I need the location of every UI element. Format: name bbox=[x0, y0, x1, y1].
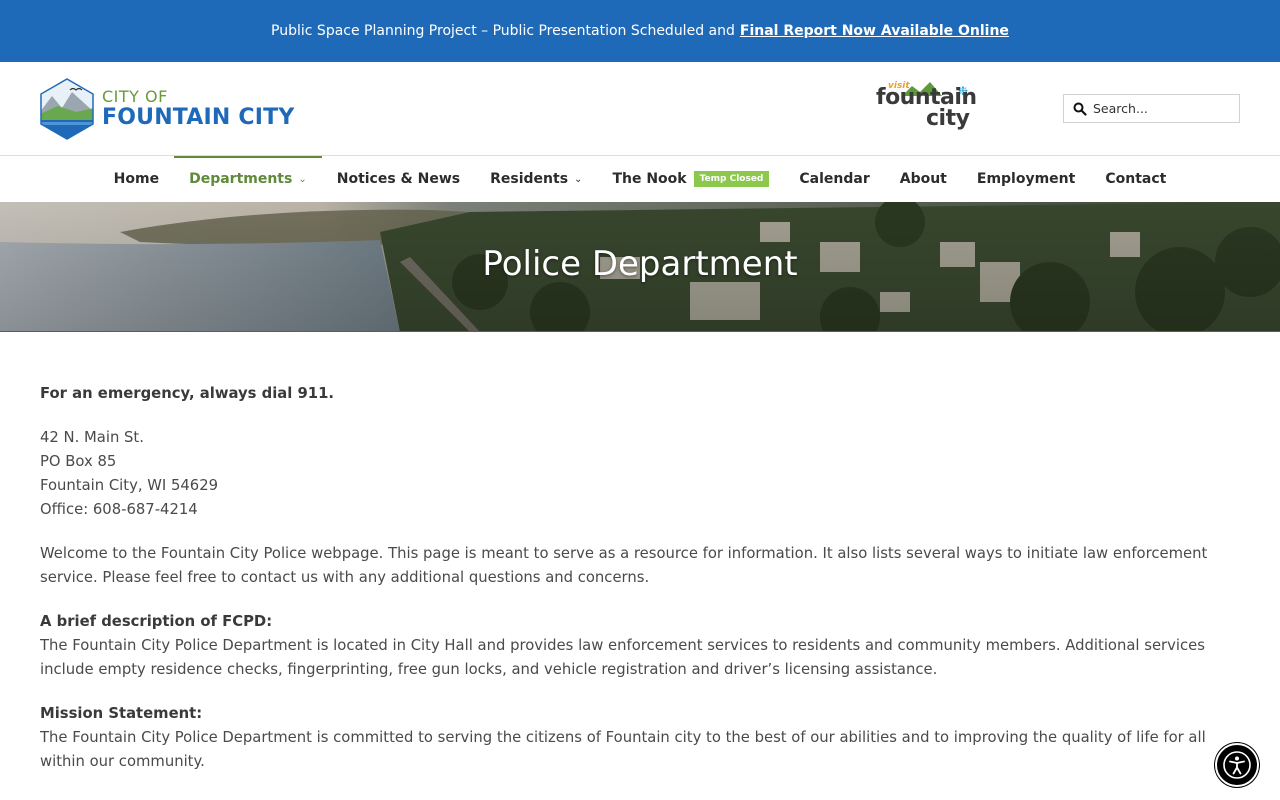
nav-home-label: Home bbox=[113, 171, 160, 187]
nav-home[interactable]: Home bbox=[99, 156, 174, 202]
nav-departments[interactable]: Departments ⌄ bbox=[174, 156, 322, 202]
brief-description-text: The Fountain City Police Department is l… bbox=[40, 637, 1205, 678]
nav-residents-label: Residents bbox=[490, 171, 569, 187]
search-input[interactable] bbox=[1093, 101, 1233, 116]
chevron-down-icon: ⌄ bbox=[298, 173, 307, 185]
site-header: CITY OF FOUNTAIN CITY visit ❉ fountain c… bbox=[0, 62, 1280, 156]
logo-city-of: CITY OF bbox=[102, 87, 168, 106]
address-block: 42 N. Main St. PO Box 85 Fountain City, … bbox=[40, 426, 1240, 522]
page-title: Police Department bbox=[482, 244, 798, 284]
emergency-notice: For an emergency, always dial 911. bbox=[40, 385, 335, 402]
city-logo-hexagon-icon bbox=[40, 78, 94, 140]
nav-about-label: About bbox=[899, 171, 947, 187]
nav-employment[interactable]: Employment bbox=[962, 156, 1090, 202]
search-icon[interactable] bbox=[1073, 102, 1087, 116]
nav-departments-label: Departments bbox=[189, 171, 293, 187]
address-street: 42 N. Main St. bbox=[40, 429, 144, 446]
temp-closed-badge: Temp Closed bbox=[693, 171, 770, 187]
brief-description-heading: A brief description of FCPD: bbox=[40, 613, 273, 630]
welcome-paragraph: Welcome to the Fountain City Police webp… bbox=[40, 545, 1208, 586]
main-nav: Home Departments ⌄ Notices & News Residen… bbox=[0, 156, 1280, 202]
banner-text: Public Space Planning Project – Public P… bbox=[271, 23, 735, 39]
accessibility-icon bbox=[1223, 751, 1251, 779]
visit-city-text: city bbox=[926, 106, 970, 131]
address-city-state-zip: Fountain City, WI 54629 bbox=[40, 477, 219, 494]
logo-fountain-city: FOUNTAIN CITY bbox=[102, 105, 295, 130]
nav-nook-label: The Nook bbox=[612, 171, 687, 187]
mission-statement-heading: Mission Statement: bbox=[40, 705, 203, 722]
chevron-down-icon: ⌄ bbox=[574, 173, 583, 185]
mission-statement-text: The Fountain City Police Department is c… bbox=[40, 729, 1206, 770]
nav-contact-label: Contact bbox=[1105, 171, 1167, 187]
nav-about[interactable]: About bbox=[885, 156, 962, 202]
final-report-link[interactable]: Final Report Now Available Online bbox=[740, 23, 1009, 39]
nav-residents[interactable]: Residents ⌄ bbox=[475, 156, 597, 202]
announcement-banner: Public Space Planning Project – Public P… bbox=[0, 0, 1280, 62]
nav-the-nook[interactable]: The Nook Temp Closed bbox=[597, 156, 784, 202]
nav-notices-label: Notices & News bbox=[336, 171, 461, 187]
address-po-box: PO Box 85 bbox=[40, 453, 117, 470]
nav-contact[interactable]: Contact bbox=[1090, 156, 1181, 202]
nav-employment-label: Employment bbox=[976, 171, 1076, 187]
visit-fountain-city-logo[interactable]: visit ❉ fountain city bbox=[874, 80, 996, 138]
office-phone[interactable]: Office: 608-687-4214 bbox=[40, 501, 198, 518]
city-logo[interactable]: CITY OF FOUNTAIN CITY bbox=[40, 78, 300, 140]
hero-banner: Police Department bbox=[0, 202, 1280, 332]
main-content: For an emergency, always dial 911. 42 N.… bbox=[40, 382, 1240, 794]
accessibility-button[interactable] bbox=[1215, 743, 1259, 787]
nav-calendar-label: Calendar bbox=[799, 171, 870, 187]
nav-calendar[interactable]: Calendar bbox=[784, 156, 884, 202]
nav-notices-news[interactable]: Notices & News bbox=[322, 156, 475, 202]
search-box bbox=[1063, 94, 1240, 123]
